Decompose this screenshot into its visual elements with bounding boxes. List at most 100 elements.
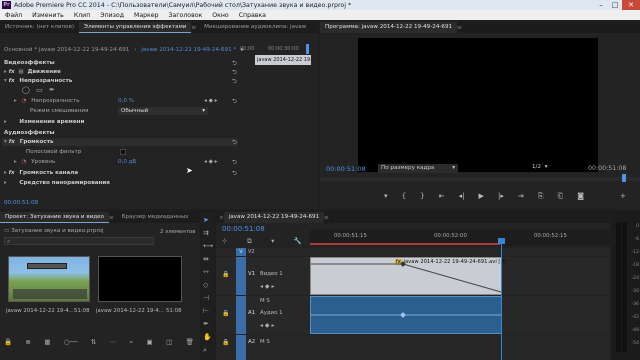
fx-badge[interactable]: fx — [9, 69, 15, 75]
resolution-dropdown[interactable]: 1/2 ▾ — [532, 164, 548, 170]
disclosure-triangle-icon[interactable]: ▾ — [4, 78, 7, 84]
program-video-frame[interactable] — [358, 38, 598, 172]
selection-tool-icon[interactable]: ➤ — [203, 216, 209, 224]
step-forward-icon[interactable]: |▸ — [498, 192, 504, 202]
list-view-icon[interactable]: ≣ — [25, 338, 30, 348]
motion-row[interactable]: ▸ fx ▦ Движение — [4, 68, 234, 76]
pen-mask-icon[interactable]: ✒ — [49, 86, 55, 94]
mini-playhead[interactable] — [306, 44, 309, 54]
tab-media-browser[interactable]: Браузер медиаданных — [117, 212, 194, 223]
lift-icon[interactable]: ⎘ — [538, 192, 544, 202]
lock-icon[interactable]: 🔒 — [222, 339, 229, 346]
mark-in-icon[interactable]: { — [402, 192, 406, 202]
go-to-out-icon[interactable]: ⇥ — [518, 192, 524, 202]
tab-sequence[interactable]: javaw 2014-12-22 19-49-24-691 — [223, 212, 325, 223]
tab-source[interactable]: Источник: (нет клипов) — [0, 22, 79, 33]
keyframe-nav[interactable]: ◂ ◆ ▸ — [260, 283, 274, 290]
time-remap-row[interactable]: ▸ fx Изменение времени — [4, 118, 234, 126]
menu-help[interactable]: Справка — [234, 12, 271, 19]
rectangle-mask-icon[interactable]: ▭ — [36, 86, 43, 94]
track-select-tool-icon[interactable]: ⇉ — [203, 229, 209, 237]
channel-volume-row[interactable]: ▸ fx Громкость канала — [4, 169, 234, 177]
panner-row[interactable]: ▸ fx Средство панорамирования — [4, 179, 234, 187]
menu-edit[interactable]: Изменить — [27, 12, 69, 19]
audio-clip[interactable] — [310, 296, 502, 334]
reset-icon[interactable]: ⮌ — [232, 77, 237, 87]
timeline-playhead-line[interactable] — [501, 240, 502, 360]
settings-wrench-icon[interactable]: 🔧 — [294, 237, 302, 246]
reset-icon[interactable]: ⮌ — [232, 97, 237, 107]
fx-badge[interactable]: fx — [9, 139, 15, 145]
lock-icon[interactable]: 🔒 — [222, 310, 229, 317]
tab-audio-clip-mixer[interactable]: Микширование аудиоклипа: javaw — [199, 22, 311, 33]
reset-icon[interactable]: ⮌ — [232, 158, 237, 168]
bypass-checkbox[interactable] — [120, 149, 126, 155]
menu-icon[interactable]: ≡ — [191, 25, 196, 31]
project-search-input[interactable]: ⌕ — [4, 237, 154, 245]
zoom-tool-icon[interactable]: ⌕ — [203, 346, 207, 355]
pen-tool-icon[interactable]: ✒ — [203, 320, 209, 328]
timeline-timecode[interactable]: 00:00:51:08 — [222, 225, 265, 233]
menu-file[interactable]: Файл — [0, 12, 27, 19]
play-icon[interactable]: ▶ — [479, 192, 484, 202]
maximize-button[interactable]: □ — [608, 0, 622, 10]
tab-effect-controls[interactable]: Элементы управления эффектами — [79, 22, 192, 33]
add-button-icon[interactable]: + — [620, 192, 626, 200]
menu-sequence[interactable]: Эпизод — [95, 12, 129, 19]
linked-selection-icon[interactable]: ⧉ — [247, 237, 252, 246]
sort-icon[interactable]: ⇅ — [91, 338, 96, 348]
level-value[interactable]: 0,0 дБ — [118, 158, 136, 166]
reset-icon[interactable]: ⮌ — [232, 138, 237, 148]
disclosure-triangle-icon[interactable]: ▸ — [14, 159, 17, 165]
menu-window[interactable]: Окно — [207, 12, 233, 19]
tab-project[interactable]: Проект: Затухание звука и видео — [0, 212, 109, 223]
opacity-rubberband[interactable] — [311, 258, 503, 296]
keyframe-area[interactable] — [239, 66, 318, 201]
step-back-icon[interactable]: ◂| — [459, 192, 465, 202]
mini-clip-bar[interactable]: javaw 2014-12-22 19-49-24-6 — [255, 55, 311, 65]
reset-icon[interactable]: ⮌ — [232, 169, 237, 179]
hand-tool-icon[interactable]: ✋ — [203, 333, 212, 341]
menu-title[interactable]: Заголовок — [164, 12, 208, 19]
snap-icon[interactable]: ⊹ — [222, 237, 227, 246]
disclosure-triangle-icon[interactable]: ▸ — [4, 180, 7, 186]
track-target-a1[interactable] — [236, 296, 246, 334]
export-frame-icon[interactable]: ◙ — [577, 192, 584, 202]
minimize-button[interactable]: – — [594, 0, 608, 10]
program-playhead[interactable] — [622, 174, 626, 182]
video-clip[interactable]: fx javaw 2014-12-22 19-49-24-691.avi [В] — [310, 257, 506, 296]
marker-icon[interactable]: ▾ — [384, 192, 388, 202]
mute-solo[interactable]: M S — [260, 298, 270, 304]
program-scrubber[interactable] — [320, 174, 640, 182]
close-button[interactable]: ✕ — [622, 0, 640, 10]
motion-transform-icon[interactable]: ▦ — [18, 69, 23, 75]
rate-stretch-tool-icon[interactable]: ⇿ — [203, 268, 209, 276]
slip-tool-icon[interactable]: ⊣ — [203, 294, 209, 302]
track-target-a2[interactable] — [236, 335, 246, 360]
disclosure-triangle-icon[interactable]: ▸ — [4, 170, 7, 176]
sequence-clip-label[interactable]: javaw 2014-12-22 19-49-24-691 * — [141, 47, 236, 53]
disclosure-triangle-icon[interactable]: ▸ — [4, 69, 7, 75]
extract-icon[interactable]: ⎗ — [558, 192, 564, 202]
master-clip-label[interactable]: Основной * javaw 2014-12-22 19-49-24-691 — [4, 47, 129, 53]
disclosure-triangle-icon[interactable]: ▸ — [14, 98, 17, 104]
automate-icon[interactable]: ⋯ — [110, 338, 117, 348]
track-target-v2[interactable]: V — [236, 248, 246, 256]
new-bin-icon[interactable]: ▣ — [147, 338, 153, 348]
keyframe-nav[interactable]: ◂ ◆ ▸ — [204, 158, 217, 166]
lock-icon[interactable]: 🔒 — [222, 271, 229, 278]
mute-solo[interactable]: M S — [260, 339, 270, 345]
razor-tool-icon[interactable]: ◇ — [203, 281, 208, 289]
menu-icon[interactable]: ≡ — [324, 215, 329, 221]
clip-thumbnail-1[interactable] — [8, 256, 90, 302]
volume-row[interactable]: ▾ fx Громкость — [2, 138, 238, 146]
rolling-edit-tool-icon[interactable]: ⇹ — [203, 255, 209, 263]
timeline-ruler[interactable]: 00:00:51:15 00:00:52:00 00:00:52:15 — [310, 230, 610, 246]
mark-out-icon[interactable]: } — [420, 192, 424, 202]
tab-program-monitor[interactable]: Программа: javaw 2014-12-22 19-49-24-691 — [320, 22, 458, 33]
opacity-row[interactable]: ▾ fx Непрозрачность — [4, 77, 234, 85]
effect-controls-timecode[interactable]: 00:00:51:08 — [4, 200, 38, 206]
icon-view-icon[interactable]: ▦ — [44, 338, 50, 348]
menu-icon[interactable]: ≡ — [109, 215, 114, 221]
search-icon[interactable]: ⌕ — [130, 338, 134, 348]
